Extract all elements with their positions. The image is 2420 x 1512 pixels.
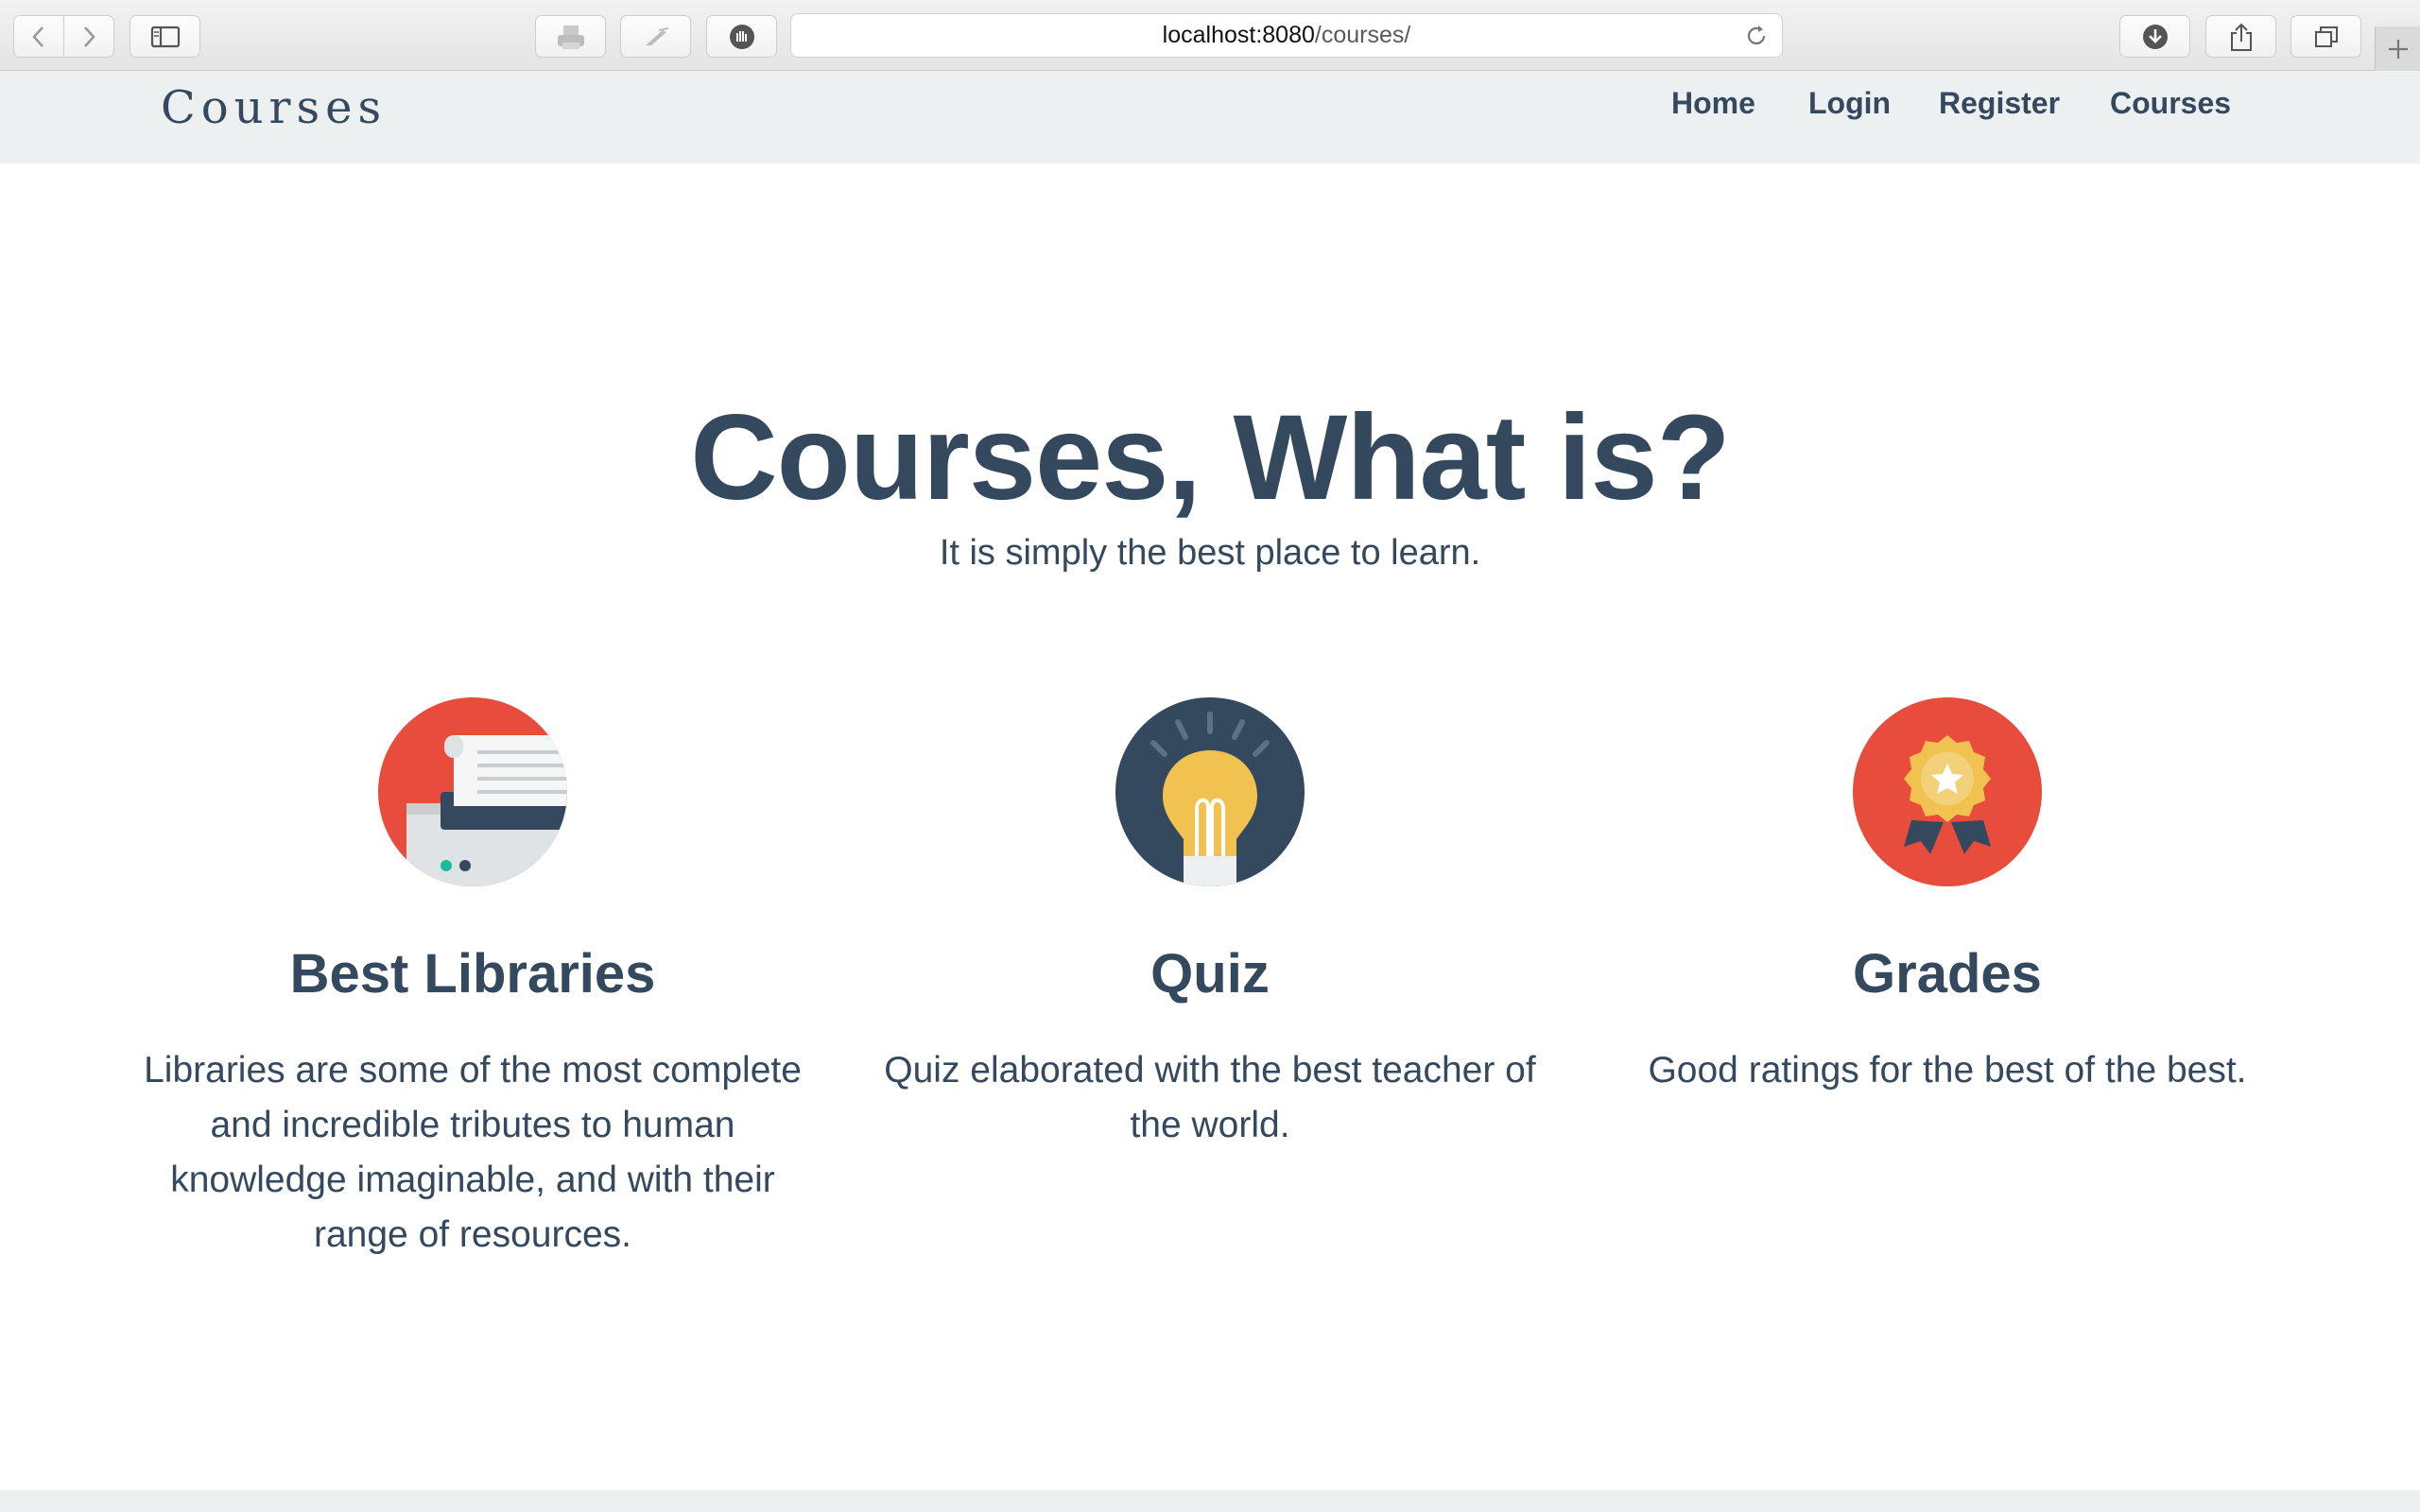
- tabs-overview-button[interactable]: [2290, 15, 2361, 58]
- nav-courses[interactable]: Courses: [2110, 86, 2231, 121]
- feature-quiz: Quiz Quiz elaborated with the best teach…: [879, 697, 1541, 1153]
- new-tab-button[interactable]: [2375, 26, 2420, 71]
- feature-title: Grades: [1853, 943, 2042, 1005]
- annotate-button[interactable]: [620, 15, 691, 58]
- site-navbar: Courses Home Login Register Courses: [0, 71, 2420, 163]
- sidebar-icon: [150, 26, 180, 47]
- forward-button[interactable]: [63, 15, 114, 58]
- back-button[interactable]: [13, 15, 64, 58]
- feature-text: Good ratings for the best of the best.: [1648, 1050, 2247, 1091]
- nav-home[interactable]: Home: [1671, 86, 1755, 121]
- brand-logo[interactable]: Courses: [161, 71, 387, 145]
- feature-text: Libraries are some of the most complete …: [144, 1050, 802, 1255]
- print-button[interactable]: [535, 15, 606, 58]
- hero-title: Courses, What is?: [690, 390, 1731, 525]
- downloads-button[interactable]: [2119, 15, 2190, 58]
- feature-text: Quiz elaborated with the best teacher of…: [884, 1050, 1536, 1145]
- sidebar-button[interactable]: [130, 15, 200, 58]
- printer-icon: [557, 25, 584, 49]
- feature-title: Quiz: [1150, 943, 1270, 1005]
- extension-button[interactable]: [706, 15, 777, 58]
- feature-libraries: Best Libraries Libraries are some of the…: [142, 697, 804, 1263]
- hero-subtitle: It is simply the best place to learn.: [939, 533, 1481, 573]
- feature-grades: Grades Good ratings for the best of the …: [1616, 697, 2278, 1098]
- extension-icon: [729, 24, 754, 49]
- pen-icon: [645, 26, 668, 45]
- nav-register[interactable]: Register: [1939, 86, 2060, 121]
- forward-icon: [84, 26, 95, 47]
- feature-title: Best Libraries: [289, 943, 656, 1005]
- printer-document-icon: [378, 697, 567, 886]
- url-path: /courses/: [1314, 22, 1411, 48]
- browser-toolbar: localhost:8080/courses/: [0, 0, 2420, 71]
- share-button[interactable]: [2205, 15, 2276, 58]
- reload-icon[interactable]: [1744, 24, 1769, 48]
- nav-login[interactable]: Login: [1808, 86, 1891, 121]
- lightbulb-icon: [1115, 697, 1305, 886]
- address-bar[interactable]: localhost:8080/courses/: [790, 13, 1783, 58]
- footer-strip: [0, 1490, 2420, 1512]
- award-medal-icon: [1853, 697, 2042, 886]
- tabs-icon: [2314, 26, 2338, 47]
- new-tab-icon: [2388, 39, 2408, 59]
- back-icon: [32, 26, 43, 47]
- url-host: localhost:8080: [1162, 22, 1315, 48]
- download-icon: [2142, 24, 2168, 49]
- share-icon: [2230, 23, 2252, 51]
